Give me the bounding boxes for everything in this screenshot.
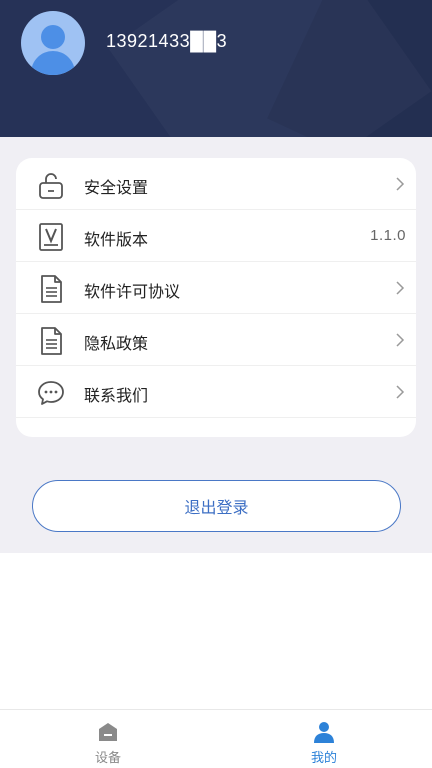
bottom-tab-bar: 设备 我的: [0, 709, 432, 768]
tab-mine[interactable]: 我的: [216, 710, 432, 768]
version-icon: [39, 223, 63, 251]
document-icon: [41, 327, 62, 355]
logout-button[interactable]: 退出登录: [32, 480, 401, 532]
settings-menu: 安全设置 软件版本 1.1.0 软件许可协议 隐私政策 联系我们: [16, 158, 416, 437]
menu-item-security-settings[interactable]: 安全设置: [16, 158, 416, 210]
version-value: 1.1.0: [370, 227, 406, 244]
avatar-head: [41, 25, 65, 49]
menu-item-contact-us[interactable]: 联系我们: [16, 366, 416, 418]
menu-item-software-license[interactable]: 软件许可协议: [16, 262, 416, 314]
document-icon: [41, 275, 62, 303]
device-icon: [99, 723, 117, 741]
divider: [16, 417, 416, 418]
tab-device[interactable]: 设备: [0, 710, 216, 768]
chevron-right-icon: [396, 281, 405, 295]
menu-item-privacy-policy[interactable]: 隐私政策: [16, 314, 416, 366]
menu-item-label: 安全设置: [84, 178, 149, 197]
menu-item-label: 软件版本: [84, 230, 149, 249]
user-icon: [314, 722, 334, 743]
chevron-right-icon: [396, 177, 405, 191]
chevron-right-icon: [396, 333, 405, 347]
chat-bubble-icon: [38, 381, 64, 405]
avatar[interactable]: [21, 11, 85, 75]
tab-label: 我的: [310, 751, 337, 766]
profile-header: 13921433██3: [0, 0, 432, 137]
tab-label: 设备: [94, 751, 121, 766]
menu-item-label: 隐私政策: [84, 334, 149, 353]
phone-number: 13921433██3: [106, 31, 228, 51]
menu-item-label: 软件许可协议: [84, 282, 181, 301]
menu-item-label: 联系我们: [84, 386, 149, 405]
avatar-body: [31, 51, 75, 75]
chevron-right-icon: [396, 385, 405, 399]
content-area: 安全设置 软件版本 1.1.0 软件许可协议 隐私政策 联系我们 退出登录: [0, 137, 432, 553]
menu-item-software-version[interactable]: 软件版本 1.1.0: [16, 210, 416, 262]
unlock-icon: [39, 173, 63, 199]
